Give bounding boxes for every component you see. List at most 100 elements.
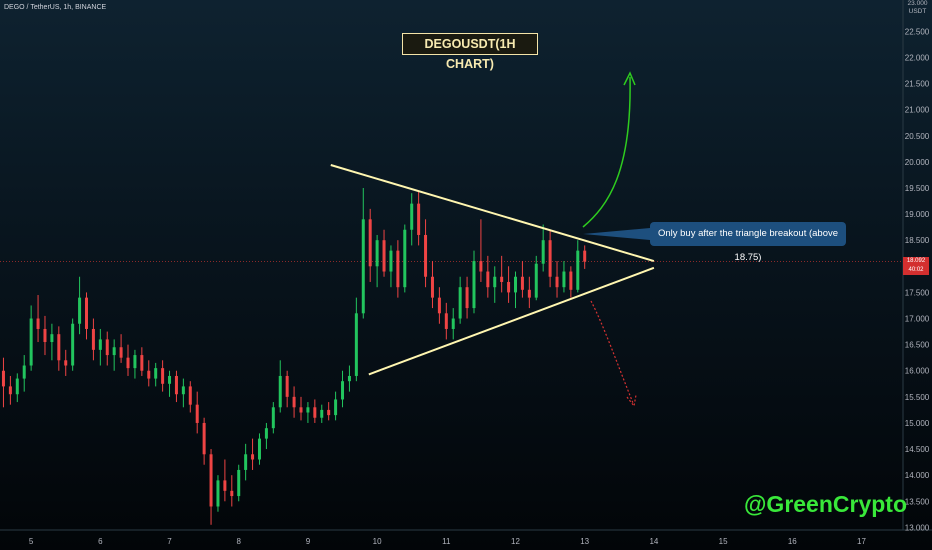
- candle-body: [22, 365, 26, 379]
- candle: [43, 315, 47, 356]
- candle-body: [202, 422, 206, 455]
- candle-body: [188, 386, 192, 405]
- candle: [257, 433, 261, 465]
- candle: [486, 255, 490, 298]
- price-tick-label: 14.000: [905, 471, 930, 480]
- candle: [396, 240, 400, 298]
- price-tick-label: 21.500: [905, 80, 930, 89]
- candle: [569, 266, 573, 298]
- candle-body: [36, 318, 40, 329]
- candle: [541, 224, 545, 272]
- candle-body: [354, 313, 358, 376]
- time-tick-label: 10: [373, 537, 382, 546]
- breakdown-arrow: [590, 300, 634, 404]
- candle-body: [64, 360, 68, 366]
- candle: [520, 261, 524, 298]
- candle: [264, 422, 268, 450]
- candle: [8, 375, 12, 405]
- candle: [583, 245, 587, 269]
- candle-body: [91, 328, 95, 350]
- resistance-trendline[interactable]: [330, 164, 655, 263]
- candle: [71, 318, 75, 371]
- candle-body: [306, 407, 310, 413]
- candle-body: [251, 454, 255, 460]
- price-tick-label: 22.500: [905, 27, 930, 36]
- candle-body: [334, 399, 338, 416]
- symbol-header: DEGO / TetherUS, 1h, BINANCE: [4, 4, 107, 11]
- candle: [223, 459, 227, 502]
- price-tick-label: 15.000: [905, 419, 930, 428]
- price-tick-label: 16.000: [905, 367, 930, 376]
- candle-body: [223, 480, 227, 491]
- candles-group: [1, 187, 587, 525]
- candle: [493, 266, 497, 303]
- candle: [354, 297, 358, 382]
- candle-body: [1, 370, 5, 387]
- candle-body: [244, 454, 248, 470]
- candle: [161, 360, 165, 392]
- candle: [133, 349, 137, 379]
- price-tick-label: 14.500: [905, 445, 930, 454]
- candle-body: [320, 409, 324, 418]
- candle-body: [105, 339, 109, 356]
- candle-body: [278, 375, 282, 408]
- time-tick-label: 5: [29, 537, 34, 546]
- candle-body: [368, 219, 372, 267]
- annotation-pointer: [583, 228, 650, 240]
- candle-body: [237, 469, 241, 497]
- price-tick-label: 19.000: [905, 210, 930, 219]
- chart-area[interactable]: 22.500 22.000 21.500 21.000 20.500 20.000 19.5…: [0, 0, 932, 550]
- candle-body: [57, 334, 61, 361]
- annotation-callout: Only buy after the triangle breakout (ab…: [650, 222, 846, 263]
- price-tick-label: 13.500: [905, 497, 930, 506]
- time-tick-label: 7: [167, 537, 172, 546]
- price-tick-label: 17.500: [905, 288, 930, 297]
- current-price-label: 18.092: [903, 257, 929, 266]
- candle-body: [299, 407, 303, 413]
- candle-body: [140, 355, 144, 371]
- candle-body: [396, 250, 400, 288]
- candle: [50, 323, 54, 361]
- price-axis-header: 23.000 USDT: [903, 0, 932, 16]
- candle: [341, 370, 345, 408]
- candle: [168, 370, 172, 397]
- candle: [112, 339, 116, 371]
- candle: [562, 261, 566, 293]
- support-trendline[interactable]: [368, 266, 655, 376]
- candle: [417, 190, 421, 246]
- candle-body: [181, 386, 185, 395]
- candle-body: [15, 378, 19, 395]
- candle-body: [424, 234, 428, 277]
- candlestick-chart[interactable]: 22.500 22.000 21.500 21.000 20.500 20.000 19.5…: [0, 0, 932, 550]
- candle-body: [84, 297, 88, 329]
- price-axis[interactable]: 22.500 22.000 21.500 21.000 20.500 20.000 19.5…: [905, 27, 930, 532]
- candle-body: [514, 276, 518, 293]
- candle-body: [98, 339, 102, 350]
- candle-body: [43, 328, 47, 343]
- candle: [271, 402, 275, 434]
- candle-body: [154, 368, 158, 379]
- candle-body: [569, 271, 573, 290]
- time-tick-label: 8: [236, 537, 241, 546]
- candle-body: [313, 407, 317, 418]
- candle-body: [437, 297, 441, 314]
- candle: [451, 308, 455, 340]
- candle: [91, 318, 95, 361]
- candle-body: [507, 281, 511, 293]
- candle-countdown: 40:02: [903, 266, 929, 275]
- price-axis-currency: USDT: [908, 8, 927, 15]
- candle-body: [50, 334, 54, 343]
- candle: [154, 362, 158, 387]
- time-axis[interactable]: 5 6 7 8 9 10 11 12 13 14 15 16 17: [29, 537, 867, 546]
- candle-body: [71, 323, 75, 366]
- price-tick-label: 21.000: [905, 106, 930, 115]
- candle-body: [168, 375, 172, 384]
- candle: [64, 349, 68, 376]
- price-tick-label: 17.000: [905, 315, 930, 324]
- candle: [334, 391, 338, 421]
- author-watermark: @GreenCrypto: [744, 491, 908, 517]
- candle-body: [403, 229, 407, 288]
- candle: [320, 404, 324, 423]
- candle: [147, 360, 151, 387]
- time-tick-label: 17: [857, 537, 866, 546]
